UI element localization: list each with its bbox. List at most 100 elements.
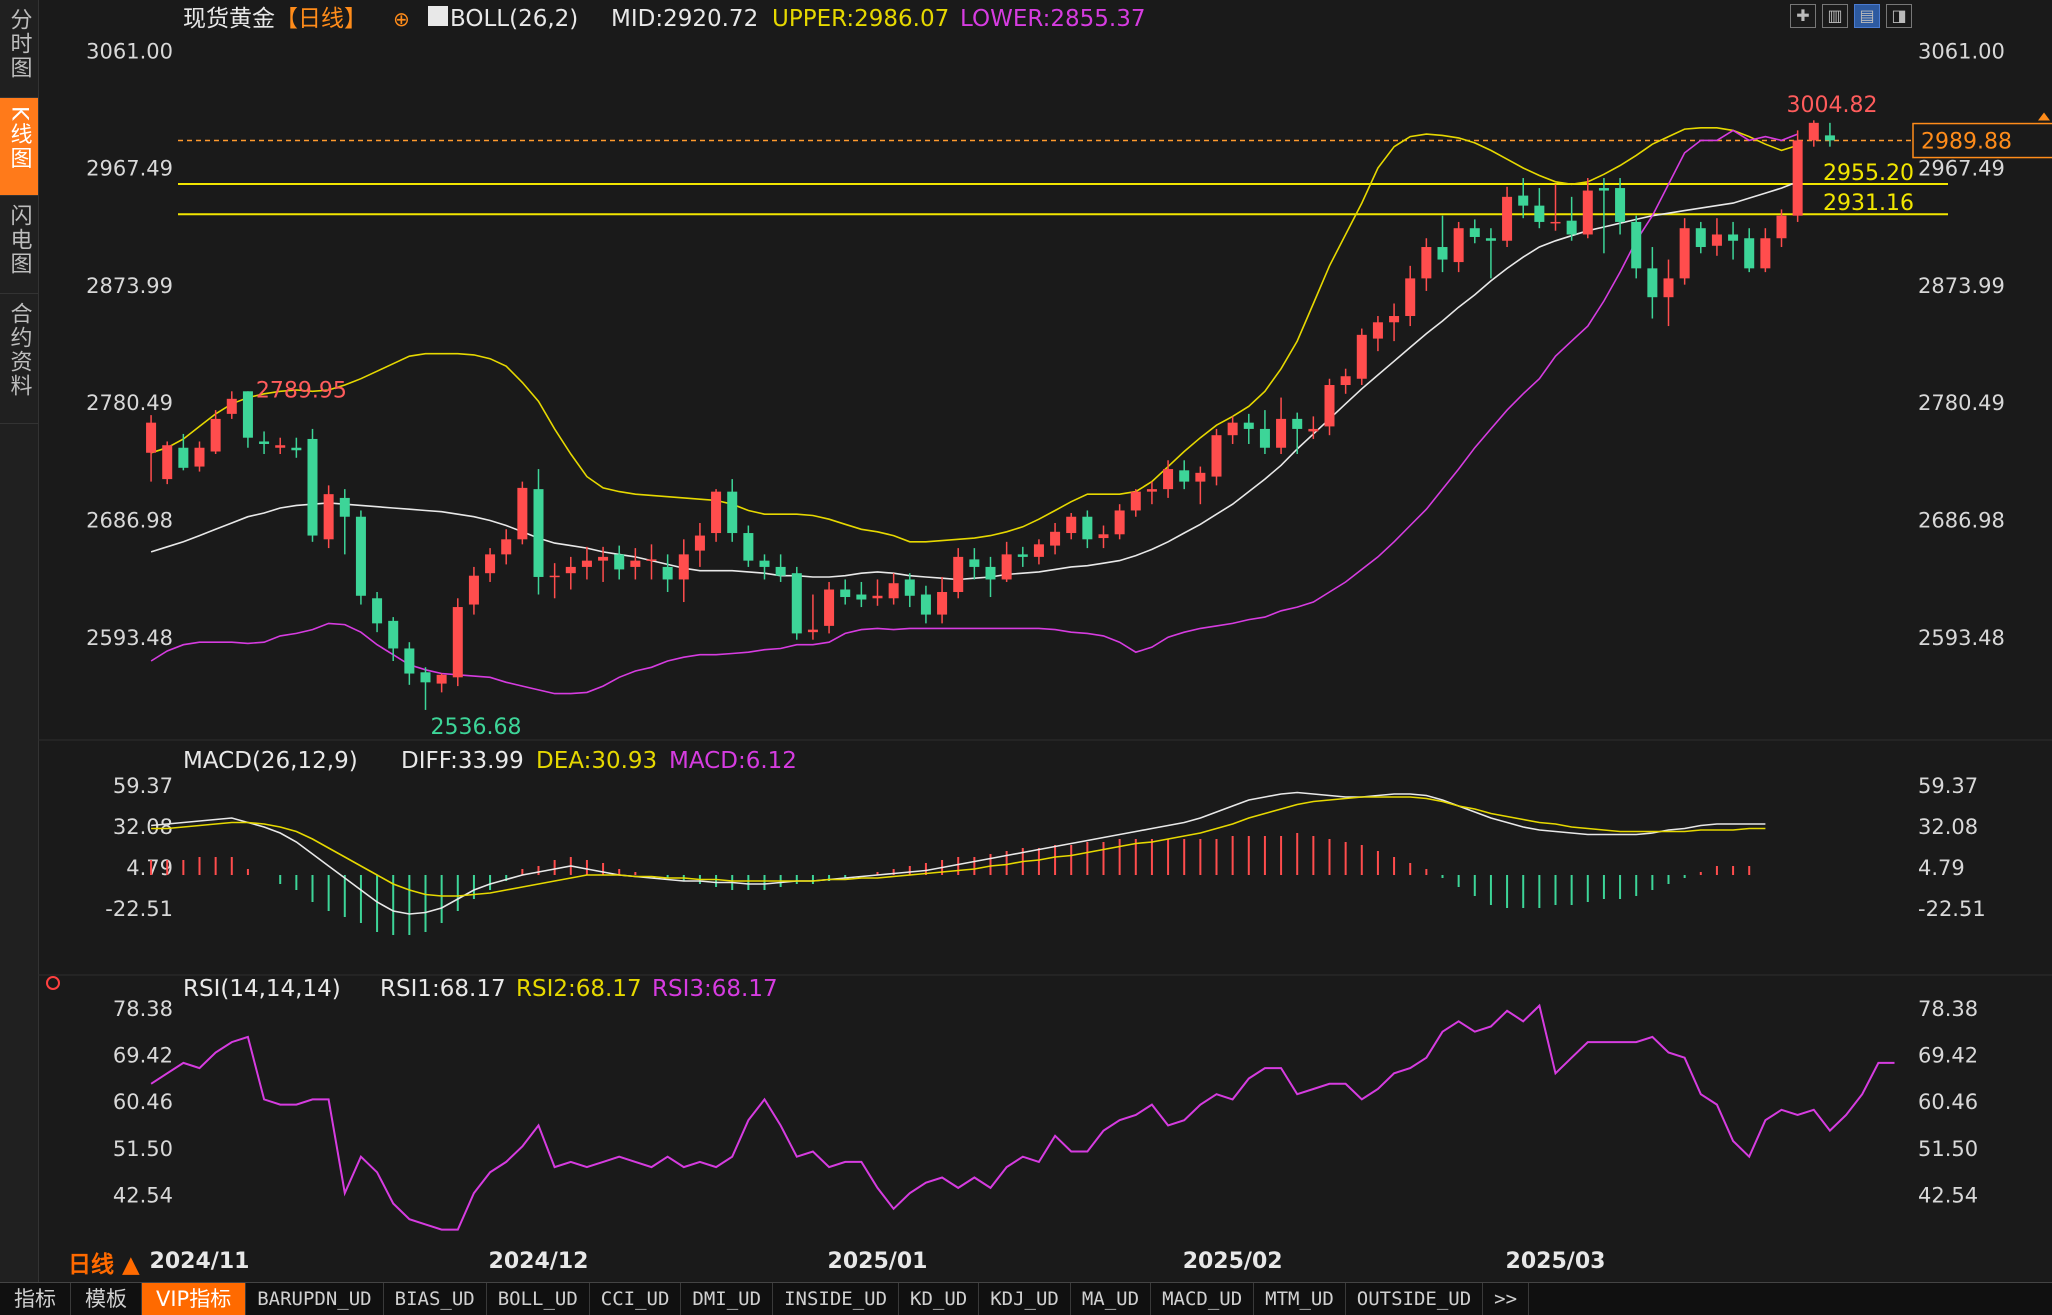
indicator-chart-icon — [428, 6, 448, 26]
price-axis-left-tick: 2593.48 — [86, 626, 173, 650]
candle-body — [1647, 268, 1658, 298]
price-axis-left-tick: 2967.49 — [86, 157, 173, 181]
rsi-axis-right-tick: 69.42 — [1918, 1044, 1978, 1068]
candle-body — [937, 592, 948, 615]
candle-body — [743, 533, 754, 561]
candle-body — [323, 494, 334, 540]
candle-body — [194, 447, 205, 467]
macd-value: MACD:6.12 — [669, 748, 797, 774]
candle-body — [1760, 238, 1771, 269]
candle-body — [468, 575, 479, 605]
draw-tool-icon[interactable]: ◨ — [1886, 4, 1912, 28]
bottom-tab-inside-ud[interactable]: INSIDE_UD — [773, 1283, 900, 1315]
chart-area[interactable]: 3061.00 3061.00 2967.49 2967.49 2873.99 2873.… — [38, 0, 2052, 1282]
candle-body — [1792, 140, 1803, 216]
candle-body — [1534, 205, 1545, 222]
candle-body — [1518, 195, 1529, 206]
candle-body — [1050, 531, 1061, 546]
tab-timeshare[interactable]: 分时图 — [0, 0, 38, 98]
candle-body — [840, 589, 851, 598]
more-tabs-button[interactable]: >> — [1483, 1283, 1530, 1315]
candle-body — [1195, 472, 1206, 482]
candle-body — [226, 398, 237, 414]
bottom-tab-boll-ud[interactable]: BOLL_UD — [487, 1283, 590, 1315]
candle-body — [1276, 418, 1287, 448]
candle-body — [452, 607, 463, 678]
bottom-tab-mtm-ud[interactable]: MTM_UD — [1254, 1283, 1346, 1315]
multi-chart-icon[interactable]: ▥ — [1822, 4, 1848, 28]
macd-title: MACD(26,12,9) — [183, 748, 358, 774]
price-axis-right-tick: 2593.48 — [1918, 626, 2005, 650]
single-chart-icon[interactable]: ▤ — [1854, 4, 1880, 28]
candle-body — [242, 391, 253, 438]
candle-body — [1130, 491, 1141, 511]
tab-vip-indicators[interactable]: VIP指标 — [142, 1283, 247, 1315]
candle-body — [646, 559, 657, 561]
rsi-axis-right-tick: 60.46 — [1918, 1090, 1978, 1114]
candle-body — [1437, 247, 1448, 260]
bottom-tab-kdj-ud[interactable]: KDJ_UD — [979, 1283, 1071, 1315]
candle-body — [1453, 228, 1464, 263]
candle-body — [404, 648, 415, 674]
rsi3-value: RSI3:68.17 — [652, 976, 778, 1002]
bottom-tab-bias-ud[interactable]: BIAS_UD — [384, 1283, 487, 1315]
macd-axis-left-tick: -22.51 — [105, 897, 173, 921]
candle-body — [694, 535, 705, 551]
grid-view-icon[interactable]: ✚ — [1790, 4, 1816, 28]
candle-body — [1114, 510, 1125, 535]
candle-body — [388, 620, 399, 649]
tab-contract-label: 合约资料 — [6, 302, 32, 398]
candle-body — [1711, 234, 1722, 246]
candle-body — [1663, 278, 1674, 298]
candle-body — [969, 559, 980, 567]
candle-body — [1776, 215, 1787, 239]
last-price-label: 2989.88 — [1921, 130, 2012, 155]
bottom-tab-macd-ud[interactable]: MACD_UD — [1151, 1283, 1255, 1315]
tab-contract-info[interactable]: 合约资料 — [0, 294, 38, 424]
candle-body — [598, 556, 609, 561]
candle-body — [824, 589, 835, 626]
bottom-tab-ma-ud[interactable]: MA_UD — [1071, 1283, 1152, 1315]
macd-dea-value: DEA:30.93 — [536, 748, 657, 774]
candle-body — [259, 441, 270, 444]
candle-body — [1179, 470, 1190, 482]
price-axis-right-tick: 2686.98 — [1918, 509, 2005, 533]
left-sidebar: 分时图 K线图 闪电图 合约资料 — [0, 0, 60, 1290]
crosshair-icon: ⊕ — [393, 7, 410, 31]
boll-upper-value: UPPER:2986.07 — [772, 6, 949, 32]
candle-body — [775, 566, 786, 576]
candle-body — [904, 579, 915, 596]
candle-body — [291, 447, 302, 451]
tab-templates[interactable]: 模板 — [71, 1283, 142, 1315]
candle-body — [1550, 221, 1561, 224]
period-toggle: 日线 ▲ — [68, 1251, 140, 1278]
bottom-tab-kd-ud[interactable]: KD_UD — [899, 1283, 980, 1315]
candle-body — [1066, 516, 1077, 534]
macd-axis-right-tick: 32.08 — [1918, 815, 1978, 839]
tab-timeshare-label: 分时图 — [6, 8, 32, 80]
bottom-tab-barupdn-ud[interactable]: BARUPDN_UD — [246, 1283, 384, 1315]
tab-lightning[interactable]: 闪电图 — [0, 196, 38, 294]
macd-axis-left-tick: 32.08 — [113, 815, 173, 839]
bottom-tab-outside-ud[interactable]: OUTSIDE_UD — [1346, 1283, 1484, 1315]
candle-body — [1259, 428, 1270, 448]
tab-indicators[interactable]: 指标 — [0, 1283, 71, 1315]
candle-body — [1356, 334, 1367, 379]
line-2931-label: 2931.16 — [1823, 191, 1914, 216]
local-high-label: 2789.95 — [256, 378, 347, 403]
macd-axis-right-tick: 59.37 — [1918, 774, 1978, 798]
x-axis-date-label: 2025/03 — [1506, 1249, 1606, 1274]
candle-body — [565, 566, 576, 574]
bottom-tab-cci-ud[interactable]: CCI_UD — [590, 1283, 682, 1315]
bottom-tab-dmi-ud[interactable]: DMI_UD — [681, 1283, 774, 1315]
rsi-line — [150, 1003, 1895, 1231]
candle-body — [1502, 196, 1513, 241]
candle-body — [1598, 188, 1609, 191]
tab-lightning-label: 闪电图 — [6, 204, 32, 276]
tab-kline[interactable]: K线图 — [0, 98, 38, 196]
candle-body — [1146, 489, 1157, 492]
rsi-axis-left-tick: 51.50 — [113, 1137, 173, 1161]
line-2955-label: 2955.20 — [1823, 161, 1914, 186]
tab-kline-label: K线图 — [6, 106, 32, 171]
candle-body — [1001, 554, 1012, 580]
